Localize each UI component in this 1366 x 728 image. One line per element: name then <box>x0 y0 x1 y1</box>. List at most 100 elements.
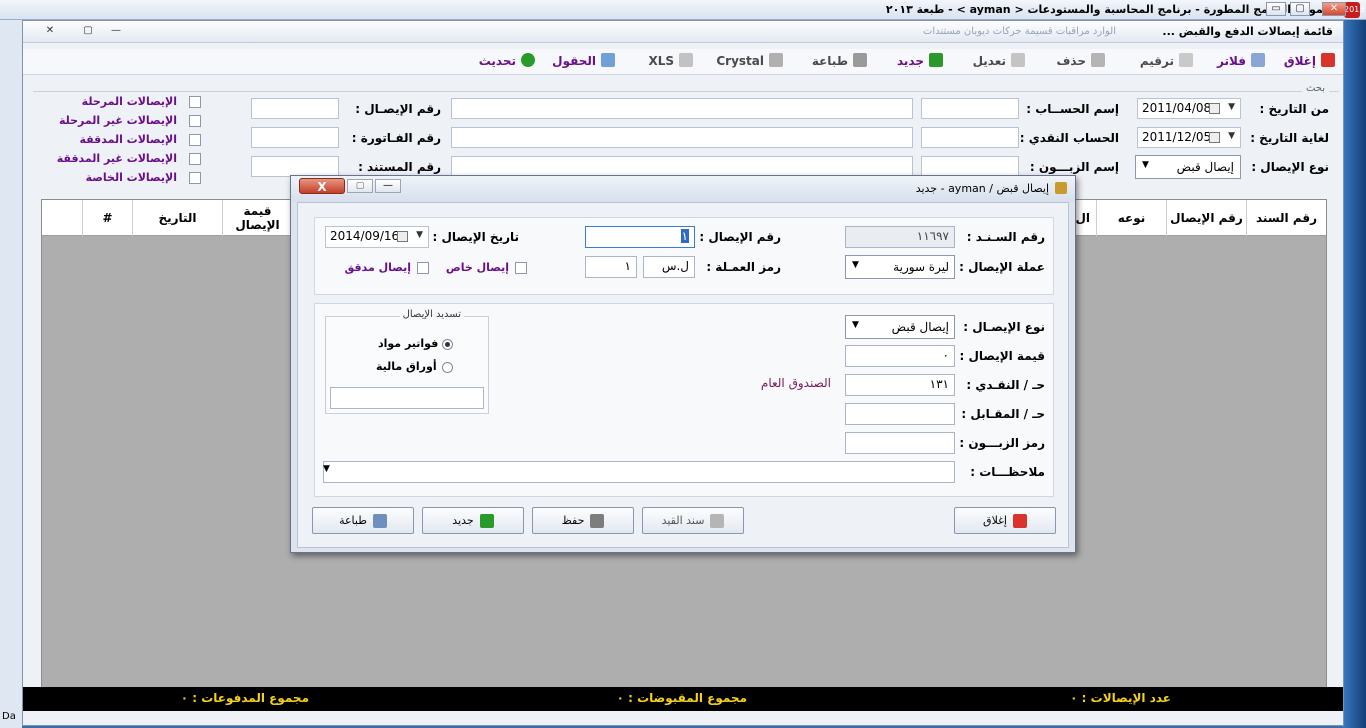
audited-checkbox[interactable] <box>189 134 201 146</box>
account-code-input[interactable] <box>921 98 1019 119</box>
value-input[interactable]: ٠ <box>845 345 955 367</box>
close-toolbar-button[interactable]: إغلاق <box>1284 53 1335 71</box>
customer-code-input[interactable] <box>845 432 955 454</box>
currency-select[interactable]: ليرة سورية ▼ <box>845 255 955 279</box>
app-close-button[interactable]: ✕ <box>1322 2 1346 16</box>
notes-input[interactable] <box>323 461 955 483</box>
app-minimize-button[interactable]: ▭ <box>1266 2 1286 16</box>
customer-name-input[interactable] <box>451 156 913 177</box>
receipts-count: عدد الإيصالات : ٠ <box>1070 691 1171 705</box>
list-window-title: قائمة إيصالات الدفع والقبض ... <box>1162 25 1333 38</box>
counter-account-input[interactable] <box>845 403 955 425</box>
type-select[interactable]: إيصال قبض ▼ <box>845 315 955 339</box>
document-no-input[interactable] <box>251 156 339 177</box>
receipt-icon <box>1055 182 1067 194</box>
unposted-checkbox[interactable] <box>189 115 201 127</box>
list-maximize-button[interactable]: ▢ <box>77 24 99 39</box>
dropdown-arrow-icon: ▼ <box>1142 160 1149 170</box>
new-button[interactable]: جديد <box>422 507 524 534</box>
app-maximize-button[interactable]: ▢ <box>1290 2 1310 16</box>
calendar-icon <box>1209 132 1220 143</box>
cash-account-code-input[interactable] <box>921 127 1019 148</box>
from-date-picker[interactable]: 2011/04/08 ▼ <box>1137 98 1241 119</box>
to-date-label: لغاية التاريخ : <box>1250 131 1329 145</box>
grid-column-header[interactable]: نوعه <box>1096 200 1166 236</box>
app-logo-icon: 2013 <box>1344 2 1364 18</box>
invoice-no-input[interactable] <box>251 127 339 148</box>
dropdown-arrow-icon: ▼ <box>416 230 423 240</box>
fields-toolbar-button[interactable]: الحقول <box>552 53 615 71</box>
private-checkbox[interactable] <box>189 172 201 184</box>
to-date-picker[interactable]: 2011/12/05 ▼ <box>1137 127 1241 148</box>
refresh-toolbar-button[interactable]: تحديث <box>479 53 535 71</box>
calendar-icon <box>1209 103 1220 114</box>
delete-toolbar-button[interactable]: حذف <box>1056 53 1105 71</box>
doc-no-label: رقم السـنـد : <box>966 230 1045 244</box>
dropdown-arrow-icon: ▼ <box>1228 131 1235 141</box>
dropdown-arrow-icon: ▼ <box>852 260 859 270</box>
payments-total: مجموع المدفوعات : ٠ <box>180 691 309 705</box>
excel-icon <box>679 53 693 67</box>
unaudited-checkbox[interactable] <box>189 153 201 165</box>
document-no-label: رقم المستند : <box>358 160 441 174</box>
refresh-icon <box>521 53 535 67</box>
save-button[interactable]: حفظ <box>532 507 634 534</box>
materials-invoices-radio[interactable] <box>442 339 453 350</box>
cash-account-input[interactable]: ١٣١ <box>845 374 955 396</box>
unaudited-checkbox-label: الإيصالات غير المدققة <box>56 152 177 165</box>
private-receipt-checkbox[interactable] <box>515 262 527 274</box>
unposted-checkbox-label: الإيصالات غير المرحلة <box>58 114 177 127</box>
filters-toolbar-button[interactable]: فلاتر <box>1217 53 1265 71</box>
dialog-minimize-button[interactable]: — <box>375 179 401 193</box>
dialog-close-button[interactable]: X <box>299 178 345 194</box>
crystal-toolbar-button[interactable]: Crystal <box>716 53 783 71</box>
grid-column-header[interactable]: التاريخ <box>132 200 222 236</box>
receipt-type-select[interactable]: إيصال قبض ▼ <box>1135 155 1241 179</box>
grid-column-header[interactable]: قيمة الإيصال <box>222 200 292 236</box>
notes-label: ملاحظـــات : <box>970 465 1045 479</box>
receipt-date-picker[interactable]: 2014/09/16 ▼ <box>325 226 429 248</box>
customer-code-input[interactable] <box>921 156 1019 177</box>
receipt-no-input[interactable]: ١ <box>585 226 695 248</box>
search-legend: بحث <box>1301 83 1329 94</box>
printer-icon <box>372 513 387 528</box>
dialog-close-action-button[interactable]: إغلاق <box>954 507 1056 534</box>
audited-checkbox-label: الإيصالات المدققة <box>79 133 177 146</box>
power-icon <box>1012 513 1027 528</box>
grid-column-header[interactable]: رقم الإيصال <box>1166 200 1246 236</box>
audited-receipt-checkbox[interactable] <box>417 262 429 274</box>
list-title-bar: ✕ ▢ — الوارد مراقبات قسيمة حركات ديوبان … <box>23 21 1343 43</box>
new-toolbar-button[interactable]: جديد <box>897 53 943 71</box>
posted-checkbox[interactable] <box>189 96 201 108</box>
print-button[interactable]: طباعة <box>312 507 414 534</box>
cash-account-label: حـ / النقـدي : <box>966 378 1045 392</box>
exchange-rate-input[interactable]: ١ <box>585 256 637 278</box>
save-icon <box>590 513 605 528</box>
dialog-body: رقم السـنـد : ١١٦٩٧ عملة الإيصال : ليرة … <box>297 202 1069 548</box>
grid-column-header[interactable]: # <box>82 200 132 236</box>
cash-account-name-input[interactable] <box>451 127 913 148</box>
from-date-label: من التاريخ : <box>1259 102 1329 116</box>
list-minimize-button[interactable]: — <box>105 24 127 39</box>
dialog-title: إيصال قبض / ayman - جديد <box>915 182 1049 195</box>
list-close-button[interactable]: ✕ <box>39 24 61 39</box>
print-toolbar-button[interactable]: طباعة <box>812 53 867 71</box>
receipt-no-label: رقم الإيصال : <box>699 230 781 244</box>
financial-papers-label: أوراق مالية <box>376 360 437 373</box>
counter-account-label: حـ / المقـابل : <box>961 407 1045 421</box>
printer-icon <box>853 53 867 67</box>
value-label: قيمة الإيصال : <box>959 349 1045 363</box>
account-name-input[interactable] <box>451 98 913 119</box>
numbering-toolbar-button[interactable]: ترقيم <box>1140 53 1193 71</box>
financial-papers-radio[interactable] <box>442 362 453 373</box>
grid-column-header[interactable]: رقم السند <box>1246 200 1326 236</box>
currency-code-input[interactable]: ل.س <box>643 256 695 278</box>
notes-dropdown-icon[interactable]: ▼ <box>323 464 330 474</box>
receipt-no-input[interactable] <box>251 98 339 119</box>
dialog-maximize-button[interactable]: ▢ <box>347 179 373 193</box>
journal-entry-button[interactable]: سند القيد <box>642 507 744 534</box>
invoice-no-label: رقم الفـاتورة : <box>351 131 441 145</box>
xls-toolbar-button[interactable]: XLS <box>648 53 693 71</box>
edit-toolbar-button[interactable]: تعديل <box>973 53 1025 71</box>
settlement-input[interactable] <box>330 387 484 409</box>
